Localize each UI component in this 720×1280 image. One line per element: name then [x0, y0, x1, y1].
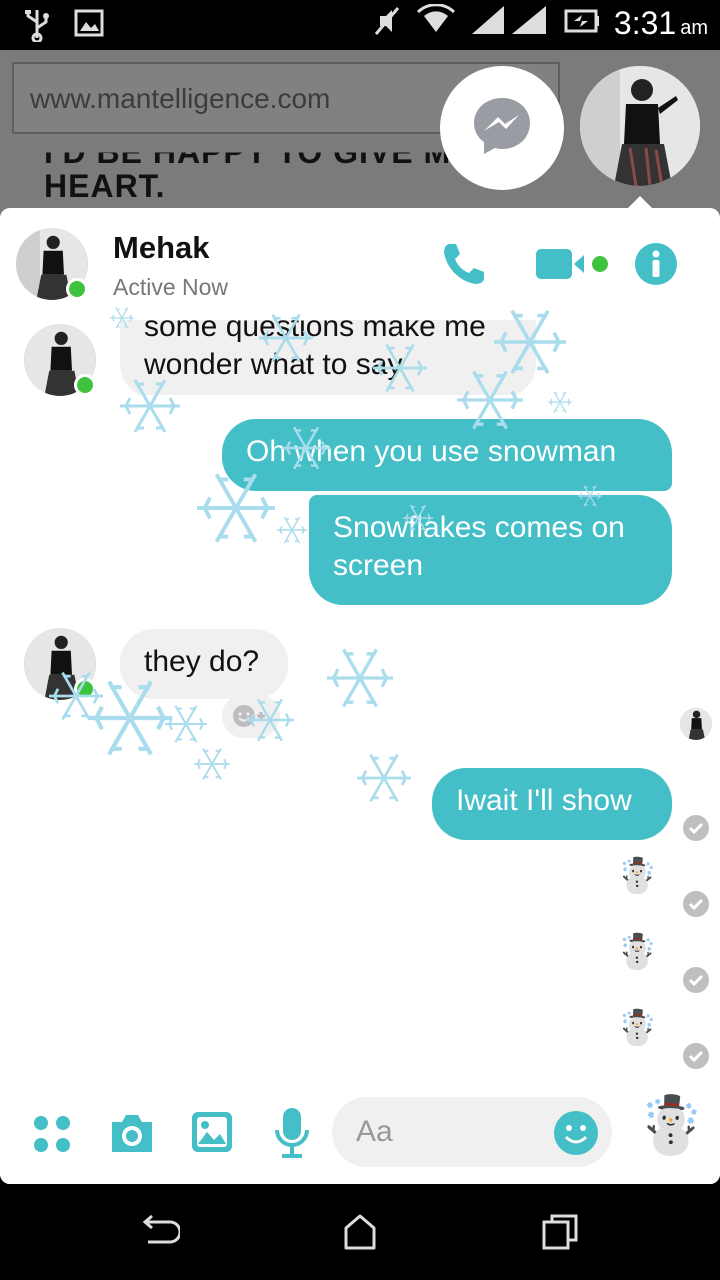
incoming-message[interactable]: they do?	[120, 629, 288, 699]
message-text: Iwait I'll show	[456, 784, 632, 817]
delivered-check-icon	[683, 967, 709, 993]
incoming-message[interactable]: some questions make me wonder what to sa…	[120, 320, 536, 395]
snowman-message[interactable]: ☃️	[616, 932, 658, 972]
outgoing-message[interactable]: Iwait I'll show	[432, 768, 672, 840]
online-indicator	[74, 678, 96, 700]
message-text-line1: some questions make me	[144, 320, 486, 343]
phone-icon	[444, 244, 484, 284]
voice-message-button[interactable]	[274, 1106, 310, 1165]
page-text-line1: I'D BE HAPPY TO GIVE MY	[44, 134, 474, 171]
contact-name: Mehak	[113, 230, 210, 265]
recents-button[interactable]	[540, 1212, 580, 1257]
usb-icon	[22, 8, 52, 47]
composer-bar: Aa ☃️	[0, 1088, 720, 1184]
wifi-icon	[416, 3, 456, 43]
outgoing-message[interactable]: Snowflakes comes on screen	[309, 495, 672, 605]
recents-icon	[542, 1214, 578, 1250]
messenger-icon	[470, 94, 534, 163]
mic-icon	[275, 1108, 309, 1158]
emoji-reaction-icon	[233, 705, 265, 727]
page-text-line2: HEART.	[44, 168, 166, 204]
gallery-button[interactable]	[190, 1110, 234, 1159]
mute-icon	[372, 4, 402, 43]
message-avatar[interactable]	[24, 628, 96, 700]
delivered-check-icon	[683, 891, 709, 917]
camera-icon	[112, 1115, 152, 1152]
message-input-placeholder: Aa	[356, 1115, 393, 1148]
online-indicator	[74, 374, 96, 396]
avatar-photo-icon	[580, 66, 700, 186]
add-reaction-button[interactable]	[222, 694, 280, 738]
image-icon	[74, 8, 104, 47]
back-button[interactable]	[140, 1212, 182, 1257]
camera-button[interactable]	[108, 1110, 156, 1161]
message-clip: some questions make me wonder what to sa…	[120, 320, 536, 395]
phone-call-button[interactable]	[440, 240, 488, 293]
message-avatar[interactable]	[24, 324, 96, 396]
gallery-icon	[192, 1112, 232, 1152]
navigation-bar	[0, 1184, 720, 1280]
quick-reaction-button[interactable]: ☃️	[636, 1092, 706, 1158]
status-bar: 3:31 am	[0, 0, 720, 50]
info-button[interactable]	[634, 242, 678, 291]
message-text-line1: Snowflakes comes on	[333, 511, 625, 544]
contact-status: Active Now	[113, 274, 229, 300]
video-icon	[536, 249, 608, 279]
emoji-icon	[564, 1125, 588, 1144]
outgoing-message[interactable]: Oh when you use snowman	[222, 419, 672, 491]
emoji-button[interactable]	[554, 1111, 598, 1155]
screen: 3:31 am www.mantelligence.com I'D BE HAPP…	[0, 0, 720, 1280]
messenger-chat-head[interactable]	[440, 66, 564, 190]
message-text: they do?	[144, 645, 260, 678]
clock-ampm: am	[680, 17, 708, 39]
delivered-check-icon	[683, 815, 709, 841]
snowman-message[interactable]: ☃️	[616, 1008, 658, 1048]
contact-avatar[interactable]	[16, 228, 88, 300]
info-icon	[635, 243, 677, 285]
chat-panel: Mehak Active Now some questions make me …	[0, 208, 720, 1184]
message-input[interactable]: Aa	[332, 1097, 612, 1167]
url-text: www.mantelligence.com	[30, 83, 331, 114]
message-text-line2: screen	[333, 549, 424, 582]
grid-icon	[34, 1116, 70, 1152]
video-call-button[interactable]	[536, 246, 612, 287]
online-indicator	[66, 278, 88, 300]
message-text: Oh when you use snowman	[246, 435, 617, 468]
home-button[interactable]	[342, 1212, 378, 1257]
contact-chat-head[interactable]	[580, 66, 700, 186]
delivered-check-icon	[683, 1043, 709, 1069]
signal-icon	[470, 4, 550, 43]
home-icon	[344, 1214, 376, 1250]
clock: 3:31	[613, 5, 677, 41]
message-text-line2: wonder what to say	[144, 348, 403, 381]
seen-indicator-avatar	[680, 708, 712, 740]
more-options-button[interactable]	[32, 1114, 72, 1159]
back-icon	[142, 1214, 182, 1244]
snowman-message[interactable]: ☃️	[616, 856, 658, 896]
battery-icon	[564, 6, 600, 41]
